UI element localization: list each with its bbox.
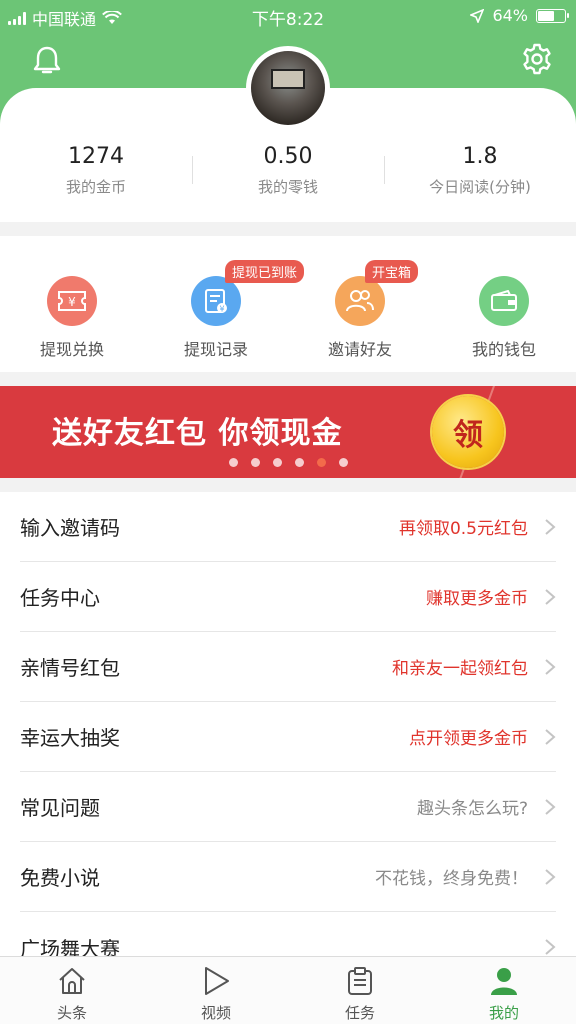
shortcut-label: 邀请好友 bbox=[327, 340, 392, 359]
menu-item-hint: 点开领更多金币 bbox=[409, 729, 528, 749]
menu-item-hint: 和亲友一起领红包 bbox=[392, 659, 528, 679]
tab-label: 我的 bbox=[488, 1004, 519, 1022]
stat-value: 0.50 bbox=[263, 144, 313, 169]
chevron-right-icon bbox=[545, 588, 556, 605]
menu-item-title: 常见问题 bbox=[20, 796, 100, 820]
wallet-icon bbox=[479, 276, 529, 326]
menu-item-free-novels[interactable]: 免费小说 不花钱，终身免费！ bbox=[20, 842, 556, 912]
profile-icon bbox=[491, 968, 517, 995]
stat-coins[interactable]: 1274 我的金币 bbox=[0, 142, 192, 208]
carousel-dot[interactable] bbox=[338, 458, 348, 467]
tab-label: 视频 bbox=[200, 1004, 231, 1022]
shortcut-label: 提现兑换 bbox=[39, 340, 104, 359]
stats-row: 1274 我的金币 0.50 我的零钱 1.8 今日阅读(分钟) bbox=[0, 142, 576, 208]
chevron-right-icon bbox=[545, 798, 556, 815]
stat-reading[interactable]: 1.8 今日阅读(分钟) bbox=[384, 142, 576, 208]
friends-icon bbox=[335, 276, 385, 326]
menu-item-title: 幸运大抽奖 bbox=[20, 726, 120, 750]
menu-item-hint: 不花钱，终身免费！ bbox=[375, 869, 528, 889]
carousel-dot[interactable] bbox=[316, 458, 326, 467]
menu-item-hint: 趣头条怎么玩? bbox=[416, 799, 528, 819]
svg-text:¥: ¥ bbox=[219, 305, 224, 314]
play-icon bbox=[205, 967, 229, 995]
status-badge: 开宝箱 bbox=[365, 260, 419, 283]
shortcut-label: 提现记录 bbox=[183, 340, 248, 359]
gear-icon[interactable] bbox=[520, 42, 554, 76]
stat-label: 今日阅读(分钟) bbox=[429, 178, 531, 196]
carousel-dots bbox=[0, 458, 576, 467]
menu-item-invite-code[interactable]: 输入邀请码 再领取0.5元红包 bbox=[20, 492, 556, 562]
chevron-right-icon bbox=[545, 518, 556, 535]
chevron-right-icon bbox=[545, 868, 556, 885]
location-arrow-icon bbox=[470, 8, 485, 23]
menu-item-title: 亲情号红包 bbox=[20, 656, 120, 680]
carousel-dot[interactable] bbox=[294, 458, 304, 467]
shortcut-withdraw[interactable]: ¥ 提现兑换 bbox=[0, 236, 144, 372]
record-icon: ¥ bbox=[191, 276, 241, 326]
home-icon bbox=[59, 968, 85, 994]
avatar[interactable] bbox=[246, 46, 330, 130]
chevron-right-icon bbox=[545, 658, 556, 675]
menu-item-task-center[interactable]: 任务中心 赚取更多金币 bbox=[20, 562, 556, 632]
menu-item-title: 免费小说 bbox=[20, 866, 100, 890]
menu-item-family-redpacket[interactable]: 亲情号红包 和亲友一起领红包 bbox=[20, 632, 556, 702]
battery-icon bbox=[536, 8, 569, 23]
clipboard-icon bbox=[348, 967, 372, 995]
menu-item-hint: 再领取0.5元红包 bbox=[398, 519, 528, 539]
banner-title: 送好友红包 你领现金 bbox=[52, 416, 343, 451]
battery-percent: 64% bbox=[492, 6, 528, 25]
chevron-right-icon bbox=[545, 939, 556, 955]
menu-list: 输入邀请码 再领取0.5元红包 任务中心 赚取更多金币 亲情号红包 和亲友一起领… bbox=[0, 492, 576, 961]
stat-label: 我的零钱 bbox=[257, 178, 318, 196]
shortcut-withdraw-record[interactable]: 提现已到账 ¥ 提现记录 bbox=[144, 236, 305, 372]
tab-mine[interactable]: 我的 bbox=[432, 957, 576, 1024]
tab-bar: 头条 视频 任务 我的 bbox=[0, 956, 576, 1024]
stat-value: 1274 bbox=[68, 144, 124, 169]
tab-video[interactable]: 视频 bbox=[144, 957, 288, 1024]
menu-item-faq[interactable]: 常见问题 趣头条怎么玩? bbox=[20, 772, 556, 842]
carousel-dot[interactable] bbox=[250, 458, 260, 467]
shortcut-wallet[interactable]: 我的钱包 bbox=[432, 236, 576, 372]
shortcut-grid: ¥ 提现兑换 提现已到账 ¥ 提现记录 开宝箱 邀请好友 我的钱包 bbox=[0, 236, 576, 372]
menu-item-lucky-draw[interactable]: 幸运大抽奖 点开领更多金币 bbox=[20, 702, 556, 772]
menu-item-title: 输入邀请码 bbox=[20, 516, 120, 540]
stat-value: 1.8 bbox=[462, 144, 498, 169]
shortcut-invite[interactable]: 开宝箱 邀请好友 bbox=[288, 236, 432, 372]
status-bar: 中国联通 下午8:22 64% bbox=[0, 0, 576, 32]
stat-label: 我的金币 bbox=[65, 178, 126, 196]
avatar-image bbox=[251, 51, 325, 125]
tab-headlines[interactable]: 头条 bbox=[0, 957, 144, 1024]
carousel-dot[interactable] bbox=[272, 458, 282, 467]
menu-item-hint: 赚取更多金币 bbox=[426, 589, 528, 609]
svg-text:¥: ¥ bbox=[68, 295, 76, 309]
shortcut-label: 我的钱包 bbox=[471, 340, 536, 359]
promo-banner[interactable]: 送好友红包 你领现金 领 bbox=[0, 386, 576, 478]
carousel-dot[interactable] bbox=[228, 458, 238, 467]
ticket-yuan-icon: ¥ bbox=[47, 276, 97, 326]
tab-tasks[interactable]: 任务 bbox=[288, 957, 432, 1024]
tab-label: 任务 bbox=[344, 1004, 375, 1022]
bell-icon[interactable] bbox=[30, 44, 64, 78]
stat-change[interactable]: 0.50 我的零钱 bbox=[192, 142, 384, 208]
tab-label: 头条 bbox=[56, 1004, 87, 1022]
chevron-right-icon bbox=[545, 728, 556, 745]
menu-item-title: 任务中心 bbox=[20, 586, 100, 610]
